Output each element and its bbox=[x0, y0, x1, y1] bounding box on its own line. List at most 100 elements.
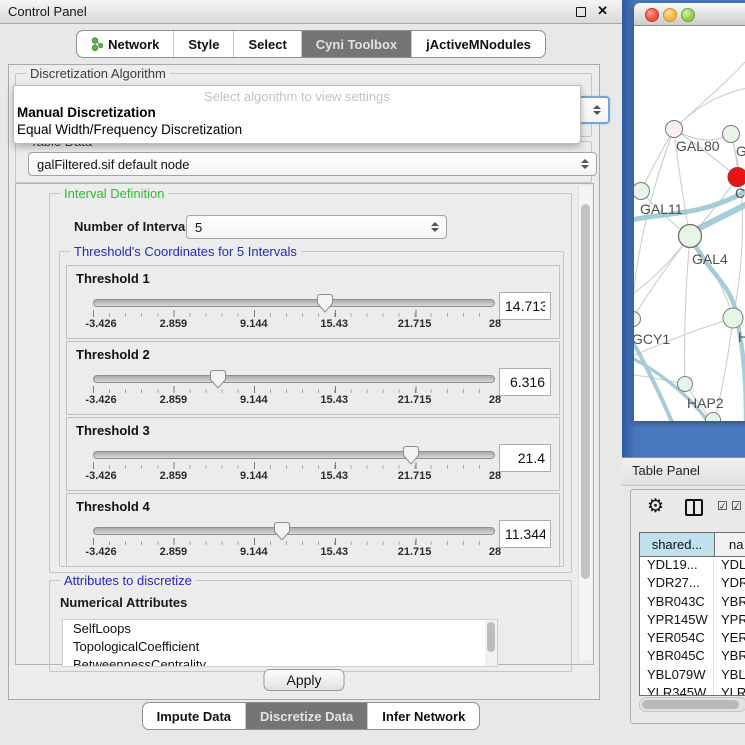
slider-ticks bbox=[93, 310, 495, 317]
network-window-titlebar[interactable] bbox=[634, 3, 745, 26]
algorithm-option-manual[interactable]: Manual Discretization bbox=[14, 104, 580, 121]
threshold-1-panel: Threshold 1 -3.426 2.859 9.144 15.43 bbox=[66, 265, 560, 339]
node-ga[interactable] bbox=[723, 126, 740, 143]
list-scrollbar[interactable] bbox=[485, 620, 497, 666]
tab-infer-network-label: Infer Network bbox=[382, 709, 465, 724]
table-row[interactable]: YER054CYERO bbox=[640, 630, 745, 648]
cell[interactable]: YPR1 bbox=[714, 612, 745, 630]
tab-impute-data[interactable]: Impute Data bbox=[143, 703, 245, 729]
cell[interactable]: YER054C bbox=[640, 630, 714, 648]
node-hap2[interactable] bbox=[678, 377, 693, 392]
minimize-traffic-light-icon[interactable] bbox=[663, 8, 677, 22]
close-icon[interactable]: ✕ bbox=[597, 3, 608, 19]
numerical-attributes-label: Numerical Attributes bbox=[60, 595, 187, 610]
threshold-2-slider[interactable]: -3.426 2.859 9.144 15.43 21.715 28 bbox=[93, 370, 495, 410]
node-gal4[interactable] bbox=[679, 225, 702, 248]
cell[interactable]: YPR145W bbox=[640, 612, 714, 630]
list-item[interactable]: SelfLoops bbox=[63, 620, 497, 638]
table-row[interactable]: YBR043CYBRO bbox=[640, 594, 745, 612]
slider-thumb[interactable] bbox=[274, 522, 290, 541]
threshold-1-value-field[interactable] bbox=[499, 292, 551, 320]
zoom-traffic-light-icon[interactable] bbox=[681, 8, 695, 22]
table-row[interactable]: YBL079WYBLO bbox=[640, 667, 745, 685]
scrollbar-thumb[interactable] bbox=[487, 622, 495, 652]
cell[interactable]: YBR043C bbox=[640, 594, 714, 612]
list-item[interactable]: TopologicalCoefficient bbox=[63, 638, 497, 656]
list-item[interactable]: BetweennessCentrality bbox=[63, 656, 497, 667]
cell[interactable]: YBL079W bbox=[640, 667, 714, 685]
scale-label: 21.715 bbox=[398, 318, 432, 330]
top-tabs-segment: Network Style Select Cyni Toolbox jActiv… bbox=[76, 30, 546, 58]
cell[interactable]: YDR27... bbox=[640, 575, 714, 593]
cell[interactable]: YBR045C bbox=[640, 648, 714, 666]
node-h[interactable] bbox=[723, 308, 743, 328]
column-header-shared[interactable]: shared... bbox=[640, 533, 715, 556]
threshold-1-slider[interactable]: -3.426 2.859 9.144 15.43 21.715 28 bbox=[93, 294, 495, 334]
cell[interactable]: YDL19... bbox=[640, 557, 714, 575]
close-traffic-light-icon[interactable] bbox=[645, 8, 659, 22]
node-red-selected[interactable] bbox=[728, 168, 745, 187]
checkbox-icon[interactable]: ☑ bbox=[717, 499, 728, 513]
discretization-algorithm-group-title: Discretization Algorithm bbox=[26, 66, 170, 81]
threshold-2-value-field[interactable] bbox=[499, 368, 551, 396]
cell[interactable]: YBLO bbox=[714, 667, 745, 685]
network-canvas[interactable]: GAL80 GA C GAL11 GAL4 GCY1 H HAP2 bbox=[634, 26, 745, 421]
cell[interactable]: YERO bbox=[714, 630, 745, 648]
algorithm-placeholder-option[interactable]: Select algorithm to view settings bbox=[14, 86, 580, 104]
tab-style[interactable]: Style bbox=[173, 31, 233, 57]
slider-track[interactable] bbox=[93, 375, 495, 383]
node-gal80[interactable] bbox=[666, 121, 683, 138]
tab-select[interactable]: Select bbox=[233, 31, 300, 57]
scale-label: 9.144 bbox=[240, 318, 268, 330]
table-data-combobox[interactable]: galFiltered.sif default node bbox=[28, 152, 597, 176]
slider-thumb[interactable] bbox=[403, 446, 419, 465]
scrollbar-thumb[interactable] bbox=[642, 700, 739, 709]
table-row[interactable]: YDR27...YDR2 bbox=[640, 575, 745, 593]
tab-network[interactable]: Network bbox=[77, 31, 173, 57]
number-of-intervals-combobox[interactable]: 5 bbox=[186, 215, 447, 239]
slider-track[interactable] bbox=[93, 527, 495, 535]
slider-track[interactable] bbox=[93, 299, 495, 307]
threshold-3-slider[interactable]: -3.426 2.859 9.144 15.43 21.715 28 bbox=[93, 446, 495, 486]
node-gal11[interactable] bbox=[634, 183, 650, 200]
float-window-icon[interactable] bbox=[576, 7, 586, 17]
node-attribute-table: shared... na YDL19...YDL1 YDR27...YDR2 Y… bbox=[639, 532, 745, 696]
tab-cyni-toolbox[interactable]: Cyni Toolbox bbox=[301, 31, 411, 57]
column-header-name[interactable]: na bbox=[715, 533, 745, 556]
settings-vertical-scrollbar[interactable] bbox=[578, 186, 592, 660]
gear-icon[interactable]: ⚙ bbox=[647, 495, 664, 518]
table-data-selected: galFiltered.sif default node bbox=[37, 157, 189, 172]
apply-button[interactable]: Apply bbox=[263, 669, 344, 691]
threshold-4-slider[interactable]: -3.426 2.859 9.144 15.43 21.715 28 bbox=[93, 522, 495, 562]
threshold-3-value-field[interactable] bbox=[499, 444, 551, 472]
tab-jactivemnodules[interactable]: jActiveMNodules bbox=[411, 31, 545, 57]
attributes-group: Attributes to discretize Numerical Attri… bbox=[49, 580, 572, 672]
slider-track[interactable] bbox=[93, 451, 495, 459]
cell[interactable]: YDR2 bbox=[714, 575, 745, 593]
checkbox-icon[interactable]: ☑ bbox=[731, 499, 742, 513]
table-row[interactable]: YLR345WYLR3 bbox=[640, 685, 745, 696]
thresholds-group-title: Threshold's Coordinates for 5 Intervals bbox=[70, 244, 301, 259]
threshold-4-value-field[interactable] bbox=[499, 520, 551, 548]
table-row[interactable]: YPR145WYPR1 bbox=[640, 612, 745, 630]
cell[interactable]: YDL1 bbox=[714, 557, 745, 575]
table-horizontal-scrollbar[interactable] bbox=[639, 697, 745, 712]
tab-infer-network[interactable]: Infer Network bbox=[367, 703, 479, 729]
algorithm-option-equal-width[interactable]: Equal Width/Frequency Discretization bbox=[14, 121, 580, 138]
cell[interactable]: YLR345W bbox=[640, 685, 714, 696]
cell[interactable]: YLR3 bbox=[714, 685, 745, 696]
columns-icon[interactable] bbox=[685, 499, 703, 516]
scale-label: 2.859 bbox=[160, 546, 188, 558]
cell[interactable]: YBRO bbox=[714, 648, 745, 666]
slider-thumb[interactable] bbox=[210, 370, 226, 389]
slider-thumb[interactable] bbox=[317, 294, 333, 313]
node-gcy1[interactable] bbox=[634, 312, 641, 327]
cell[interactable]: YBRO bbox=[714, 594, 745, 612]
table-row[interactable]: YDL19...YDL1 bbox=[640, 557, 745, 575]
algorithm-dropdown-popup: Select algorithm to view settings Manual… bbox=[13, 85, 581, 144]
tab-discretize-data[interactable]: Discretize Data bbox=[245, 703, 367, 729]
node-bottom-partial[interactable] bbox=[706, 413, 721, 422]
bottom-tabbar: Impute Data Discretize Data Infer Networ… bbox=[0, 702, 622, 730]
scrollbar-thumb[interactable] bbox=[581, 204, 590, 579]
table-row[interactable]: YBR045CYBRO bbox=[640, 648, 745, 666]
